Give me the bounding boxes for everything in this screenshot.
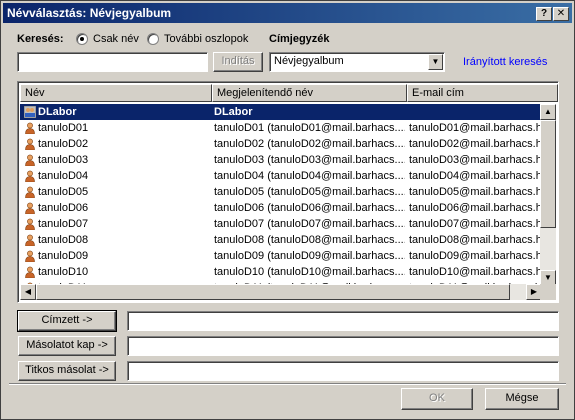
person-icon — [24, 234, 36, 247]
to-field[interactable] — [127, 311, 559, 331]
cell-email: tanuloD07@mail.barhacs.hu — [409, 218, 542, 230]
radio-selected-dot — [80, 37, 84, 41]
help-button[interactable]: ? — [536, 7, 552, 21]
scroll-up-icon[interactable]: ▲ — [540, 104, 556, 120]
cell-email: tanuloD01@mail.barhacs.hu — [409, 122, 542, 134]
radio-more-columns-label[interactable]: További oszlopok — [164, 33, 248, 45]
cc-button[interactable]: Másolatot kap -> — [18, 336, 116, 356]
cell-name: tanuloD05 — [38, 186, 89, 198]
bcc-field[interactable] — [127, 361, 559, 381]
window-title: Névválasztás: Névjegyalbum — [7, 6, 172, 20]
cell-name: tanuloD07 — [38, 218, 89, 230]
person-icon — [24, 250, 36, 263]
cell-email: tanuloD08@mail.barhacs.hu — [409, 234, 542, 246]
list-item[interactable]: tanuloD03 tanuloD03 (tanuloD03@mail.barha… — [20, 152, 542, 168]
cell-email: tanuloD03@mail.barhacs.hu — [409, 154, 542, 166]
person-icon — [24, 154, 36, 167]
cell-email: tanuloD04@mail.barhacs.hu — [409, 170, 542, 182]
cell-display: tanuloD05 (tanuloD05@mail.barhacs.... — [214, 186, 405, 198]
list-item[interactable]: tanuloD04 tanuloD04 (tanuloD04@mail.barha… — [20, 168, 542, 184]
list-item[interactable]: tanuloD07 tanuloD07 (tanuloD07@mail.barha… — [20, 216, 542, 232]
list-item[interactable]: tanuloD09 tanuloD09 (tanuloD09@mail.barha… — [20, 248, 542, 264]
list-header: Név Megjelenítendő név E-mail cím — [20, 84, 558, 102]
cell-display: tanuloD10 (tanuloD10@mail.barhacs.... — [214, 266, 405, 278]
cell-display: tanuloD01 (tanuloD01@mail.barhacs.... — [214, 122, 405, 134]
list-item[interactable]: tanuloD08 tanuloD08 (tanuloD08@mail.barha… — [20, 232, 542, 248]
person-icon — [24, 218, 36, 231]
cc-field[interactable] — [127, 336, 559, 356]
list-item[interactable]: tanuloD10 tanuloD10 (tanuloD10@mail.barha… — [20, 264, 542, 280]
title-bar[interactable]: Névválasztás: Névjegyalbum ? ✕ — [3, 3, 572, 23]
address-book-label: Címjegyzék — [269, 33, 330, 45]
person-icon — [24, 138, 36, 151]
cell-display: tanuloD07 (tanuloD07@mail.barhacs.... — [214, 218, 405, 230]
list-item[interactable]: tanuloD01 tanuloD01 (tanuloD01@mail.barha… — [20, 120, 542, 136]
ok-button[interactable]: OK — [401, 388, 473, 410]
vertical-scroll-thumb[interactable] — [540, 120, 556, 228]
address-book-selected-value: Névjegyalbum — [274, 55, 344, 67]
horizontal-scroll-thumb[interactable] — [36, 284, 510, 300]
address-book-select[interactable]: Névjegyalbum ▼ — [269, 52, 445, 72]
close-button[interactable]: ✕ — [553, 7, 569, 21]
cell-email: tanuloD10@mail.barhacs.hu — [409, 266, 542, 278]
list-item[interactable]: tanuloD05 tanuloD05 (tanuloD05@mail.barha… — [20, 184, 542, 200]
start-search-button[interactable]: Indítás — [213, 52, 263, 72]
vertical-scrollbar[interactable]: ▲ ▼ — [540, 104, 556, 286]
advanced-search-link[interactable]: Irányított keresés — [463, 56, 547, 68]
cell-display: tanuloD03 (tanuloD03@mail.barhacs.... — [214, 154, 405, 166]
cell-display: DLabor — [214, 106, 253, 118]
person-icon — [24, 170, 36, 183]
person-icon — [24, 186, 36, 199]
cell-name: tanuloD06 — [38, 202, 89, 214]
list-item[interactable]: DLabor DLabor — [20, 104, 542, 120]
cell-name: tanuloD01 — [38, 122, 89, 134]
group-icon — [23, 105, 37, 119]
cell-email: tanuloD06@mail.barhacs.hu — [409, 202, 542, 214]
cell-email — [409, 104, 542, 120]
person-icon — [24, 202, 36, 215]
cell-email: tanuloD09@mail.barhacs.hu — [409, 250, 542, 262]
horizontal-scrollbar[interactable]: ◀ ▶ — [20, 284, 542, 300]
cell-name: tanuloD03 — [38, 154, 89, 166]
radio-name-only[interactable] — [76, 33, 88, 45]
scroll-left-icon[interactable]: ◀ — [20, 284, 36, 300]
cell-name: DLabor — [38, 106, 77, 118]
cell-name: tanuloD09 — [38, 250, 89, 262]
person-icon — [24, 122, 36, 135]
column-header-email[interactable]: E-mail cím — [407, 84, 558, 102]
cell-display: tanuloD04 (tanuloD04@mail.barhacs.... — [214, 170, 405, 182]
cell-name: tanuloD02 — [38, 138, 89, 150]
radio-more-columns[interactable] — [147, 33, 159, 45]
cell-display: tanuloD08 (tanuloD08@mail.barhacs.... — [214, 234, 405, 246]
person-icon — [24, 266, 36, 279]
contact-list[interactable]: Név Megjelenítendő név E-mail cím DLabor… — [17, 81, 559, 303]
separator — [9, 383, 566, 385]
cell-display: tanuloD02 (tanuloD02@mail.barhacs.... — [214, 138, 405, 150]
chevron-down-icon[interactable]: ▼ — [428, 54, 443, 70]
radio-name-only-label[interactable]: Csak név — [93, 33, 139, 45]
list-item[interactable]: tanuloD06 tanuloD06 (tanuloD06@mail.barha… — [20, 200, 542, 216]
cell-name: tanuloD08 — [38, 234, 89, 246]
cell-display: tanuloD09 (tanuloD09@mail.barhacs.... — [214, 250, 405, 262]
cell-email: tanuloD02@mail.barhacs.hu — [409, 138, 542, 150]
list-rows: DLabor DLabor tanuloD01 tanuloD01 (tanuloD0… — [20, 104, 542, 286]
cancel-button[interactable]: Mégse — [485, 388, 559, 410]
scroll-corner — [540, 284, 556, 300]
cell-display: tanuloD06 (tanuloD06@mail.barhacs.... — [214, 202, 405, 214]
cell-name: tanuloD04 — [38, 170, 89, 182]
cell-name: tanuloD10 — [38, 266, 89, 278]
bcc-button[interactable]: Titkos másolat -> — [18, 361, 116, 381]
search-label: Keresés: — [17, 33, 64, 45]
search-input[interactable] — [17, 52, 208, 72]
name-picker-dialog: Névválasztás: Névjegyalbum ? ✕ Keresés: … — [0, 0, 575, 420]
column-header-name[interactable]: Név — [20, 84, 212, 102]
to-button[interactable]: Címzett -> — [17, 310, 117, 332]
list-item[interactable]: tanuloD02 tanuloD02 (tanuloD02@mail.barha… — [20, 136, 542, 152]
cell-email: tanuloD05@mail.barhacs.hu — [409, 186, 542, 198]
column-header-display-name[interactable]: Megjelenítendő név — [212, 84, 407, 102]
